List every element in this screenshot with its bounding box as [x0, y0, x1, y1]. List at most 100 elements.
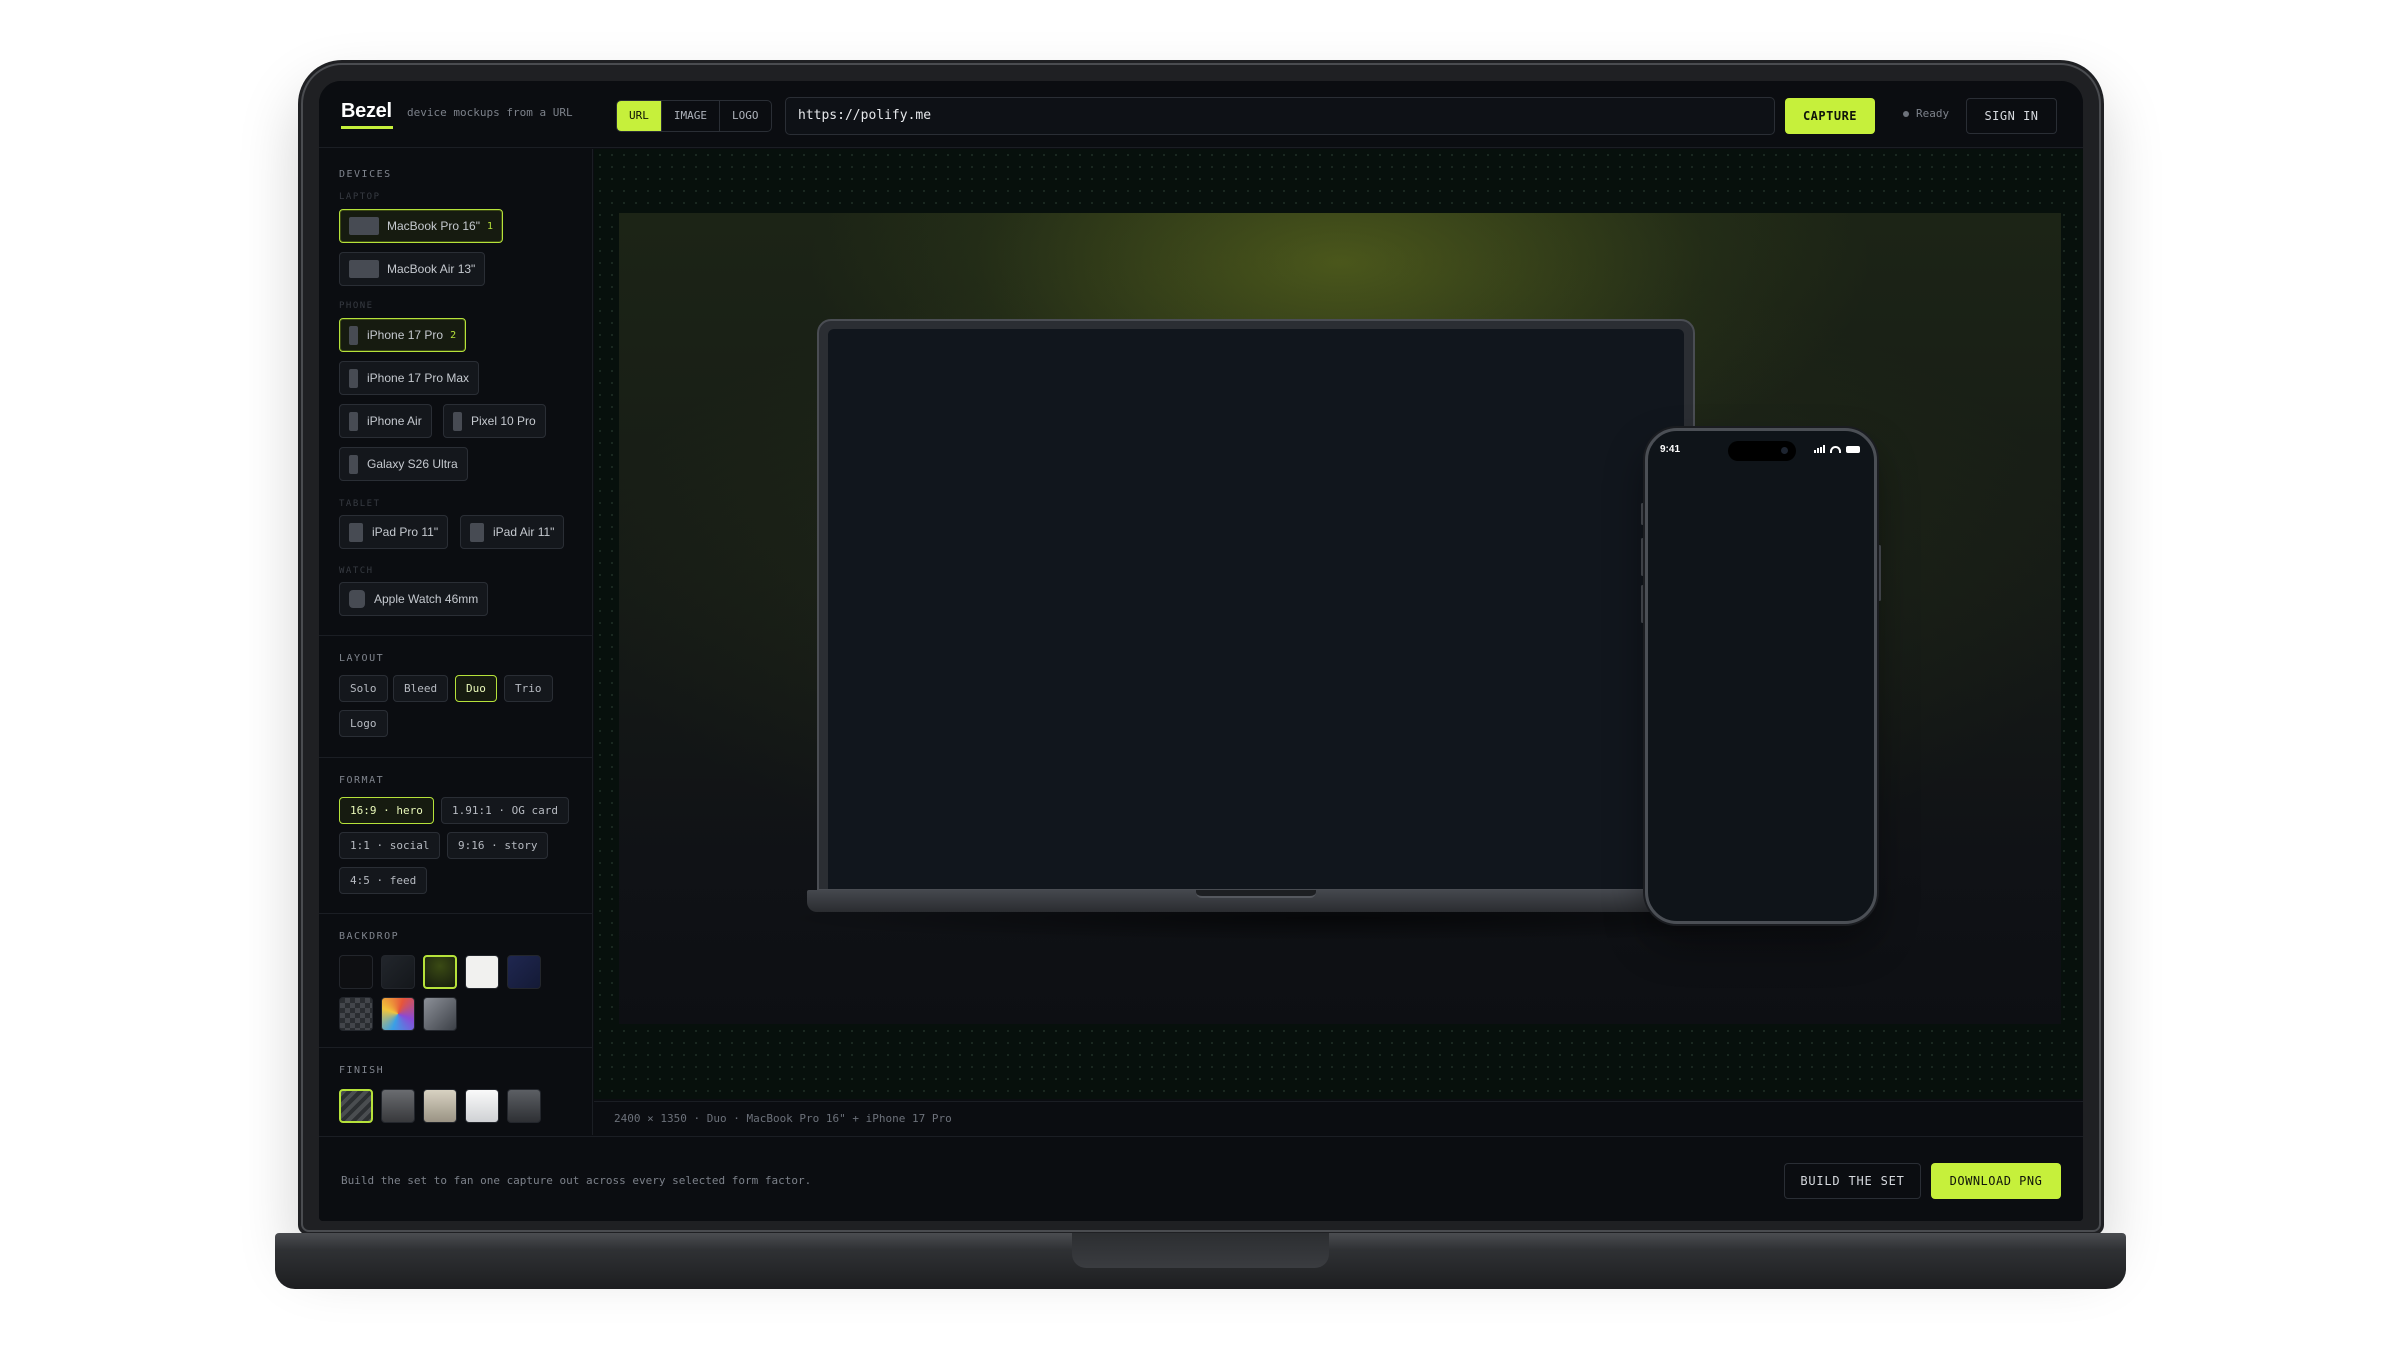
macbook-notch — [1196, 890, 1316, 898]
status-indicator: Ready — [1903, 107, 1949, 120]
format-og-card[interactable]: 1.91:1 · OG card — [441, 797, 569, 824]
tab-url[interactable]: URL — [617, 101, 661, 131]
artboard: 9:41 — [619, 213, 2061, 1024]
layout-logo[interactable]: Logo — [339, 710, 388, 737]
finish-swatch-graphite[interactable] — [507, 1089, 541, 1123]
device-iphone-air[interactable]: iPhone Air — [339, 404, 432, 438]
sidebar: DEVICES LAPTOP MacBook Pro 16" 1 MacBook… — [319, 149, 593, 1135]
device-macbook-air-13[interactable]: MacBook Air 13" — [339, 252, 486, 286]
footer-hint: Build the set to fan one capture out acr… — [341, 1174, 812, 1187]
group-label-tablet: TABLET — [339, 499, 381, 509]
device-label: MacBook Pro 16" — [387, 219, 480, 233]
format-16-9-hero[interactable]: 16:9 · hero — [339, 797, 434, 824]
signal-icon — [1814, 445, 1825, 453]
status-dot-icon — [1903, 110, 1909, 117]
watch-thumb-icon — [349, 590, 365, 608]
device-label: iPhone 17 Pro Max — [367, 371, 470, 385]
phone-thumb-icon — [349, 368, 358, 388]
battery-icon — [1846, 446, 1860, 453]
phone-thumb-icon — [453, 411, 462, 431]
footer-bar: Build the set to fan one capture out acr… — [319, 1136, 2083, 1221]
group-label-laptop: LAPTOP — [339, 192, 381, 202]
tab-image[interactable]: IMAGE — [660, 101, 719, 131]
section-divider — [319, 635, 592, 636]
phone-thumb-icon — [349, 325, 358, 345]
finish-title: FINISH — [339, 1065, 385, 1076]
sign-in-button[interactable]: SIGN IN — [1966, 98, 2057, 134]
layout-duo[interactable]: Duo — [455, 675, 497, 702]
brand-underline — [341, 126, 393, 129]
device-label: MacBook Air 13" — [387, 262, 476, 276]
device-label: Apple Watch 46mm — [374, 592, 479, 606]
backdrop-swatch-charcoal[interactable] — [381, 955, 415, 989]
phone-thumb-icon — [349, 454, 358, 474]
backdrop-swatch-checker[interactable] — [339, 997, 373, 1031]
phone-volume-up-button — [1641, 538, 1644, 576]
front-camera-icon — [1781, 447, 1788, 454]
laptop-thumb-icon — [349, 217, 379, 235]
device-label: iPhone 17 Pro — [367, 328, 444, 342]
layout-trio[interactable]: Trio — [504, 675, 553, 702]
format-1-1-social[interactable]: 1:1 · social — [339, 832, 441, 859]
backdrop-swatch-rainbow[interactable] — [381, 997, 415, 1031]
laptop-thumb-icon — [349, 260, 379, 278]
backdrop-swatch-lime-glow[interactable] — [423, 955, 457, 989]
selection-count: 1 — [486, 220, 494, 232]
layout-solo[interactable]: Solo — [339, 675, 388, 702]
format-4-5-feed[interactable]: 4:5 · feed — [339, 867, 428, 894]
section-divider — [319, 757, 592, 758]
preview-caption: 2400 × 1350 · Duo · MacBook Pro 16" + iP… — [594, 1101, 2083, 1135]
source-tabs: URL IMAGE LOGO — [616, 100, 772, 132]
app-screen: Bezel device mockups from a URL URL IMAG… — [319, 81, 2083, 1221]
device-label: Pixel 10 Pro — [471, 414, 536, 428]
backdrop-swatch-white[interactable] — [465, 955, 499, 989]
phone-clock: 9:41 — [1660, 444, 1681, 455]
device-label: iPad Pro 11" — [372, 525, 439, 539]
tablet-thumb-icon — [349, 522, 363, 542]
device-iphone-17-pro[interactable]: iPhone 17 Pro 2 — [339, 318, 467, 352]
phone-volume-down-button — [1641, 585, 1644, 623]
section-divider — [319, 913, 592, 914]
outer-laptop-notch — [1072, 1233, 1329, 1268]
device-ipad-pro-11[interactable]: iPad Pro 11" — [339, 515, 449, 549]
wifi-icon — [1830, 446, 1841, 453]
url-input[interactable]: https://polify.me — [785, 97, 1775, 135]
finish-swatch-auto[interactable] — [339, 1089, 373, 1123]
finish-swatch-gold[interactable] — [423, 1089, 457, 1123]
device-iphone-17-pro-max[interactable]: iPhone 17 Pro Max — [339, 361, 480, 395]
status-text: Ready — [1916, 107, 1950, 120]
device-label: iPhone Air — [367, 414, 422, 428]
device-galaxy-s26-ultra[interactable]: Galaxy S26 Ultra — [339, 447, 468, 481]
phone-action-button — [1641, 503, 1644, 525]
device-ipad-air-11[interactable]: iPad Air 11" — [460, 515, 565, 549]
group-label-phone: PHONE — [339, 301, 374, 311]
tab-logo[interactable]: LOGO — [719, 101, 771, 131]
macbook-mockup — [817, 319, 1695, 891]
capture-button[interactable]: CAPTURE — [1785, 98, 1875, 134]
preview-canvas: 9:41 — [594, 149, 2083, 1099]
layout-bleed[interactable]: Bleed — [393, 675, 449, 702]
backdrop-swatch-navy[interactable] — [507, 955, 541, 989]
dynamic-island — [1728, 441, 1796, 461]
device-macbook-pro-16[interactable]: MacBook Pro 16" 1 — [339, 209, 504, 243]
device-label: Galaxy S26 Ultra — [367, 457, 458, 471]
group-label-watch: WATCH — [339, 566, 374, 576]
backdrop-swatch-gray-gradient[interactable] — [423, 997, 457, 1031]
device-label: iPad Air 11" — [493, 525, 555, 539]
tablet-thumb-icon — [470, 522, 484, 542]
device-apple-watch-46mm[interactable]: Apple Watch 46mm — [339, 582, 489, 616]
selection-count: 2 — [450, 329, 457, 341]
format-9-16-story[interactable]: 9:16 · story — [447, 832, 549, 859]
macbook-screen — [828, 329, 1684, 889]
layout-title: LAYOUT — [339, 653, 385, 664]
backdrop-swatch-black[interactable] — [339, 955, 373, 989]
tagline: device mockups from a URL — [407, 106, 573, 119]
download-png-button[interactable]: DOWNLOAD PNG — [1931, 1163, 2061, 1199]
finish-swatch-silver[interactable] — [465, 1089, 499, 1123]
build-set-button[interactable]: BUILD THE SET — [1784, 1163, 1921, 1199]
backdrop-title: BACKDROP — [339, 931, 400, 942]
device-pixel-10-pro[interactable]: Pixel 10 Pro — [443, 404, 546, 438]
finish-swatch-space-black[interactable] — [381, 1089, 415, 1123]
top-bar: Bezel device mockups from a URL URL IMAG… — [319, 81, 2083, 148]
iphone-mockup: 9:41 — [1645, 428, 1877, 924]
